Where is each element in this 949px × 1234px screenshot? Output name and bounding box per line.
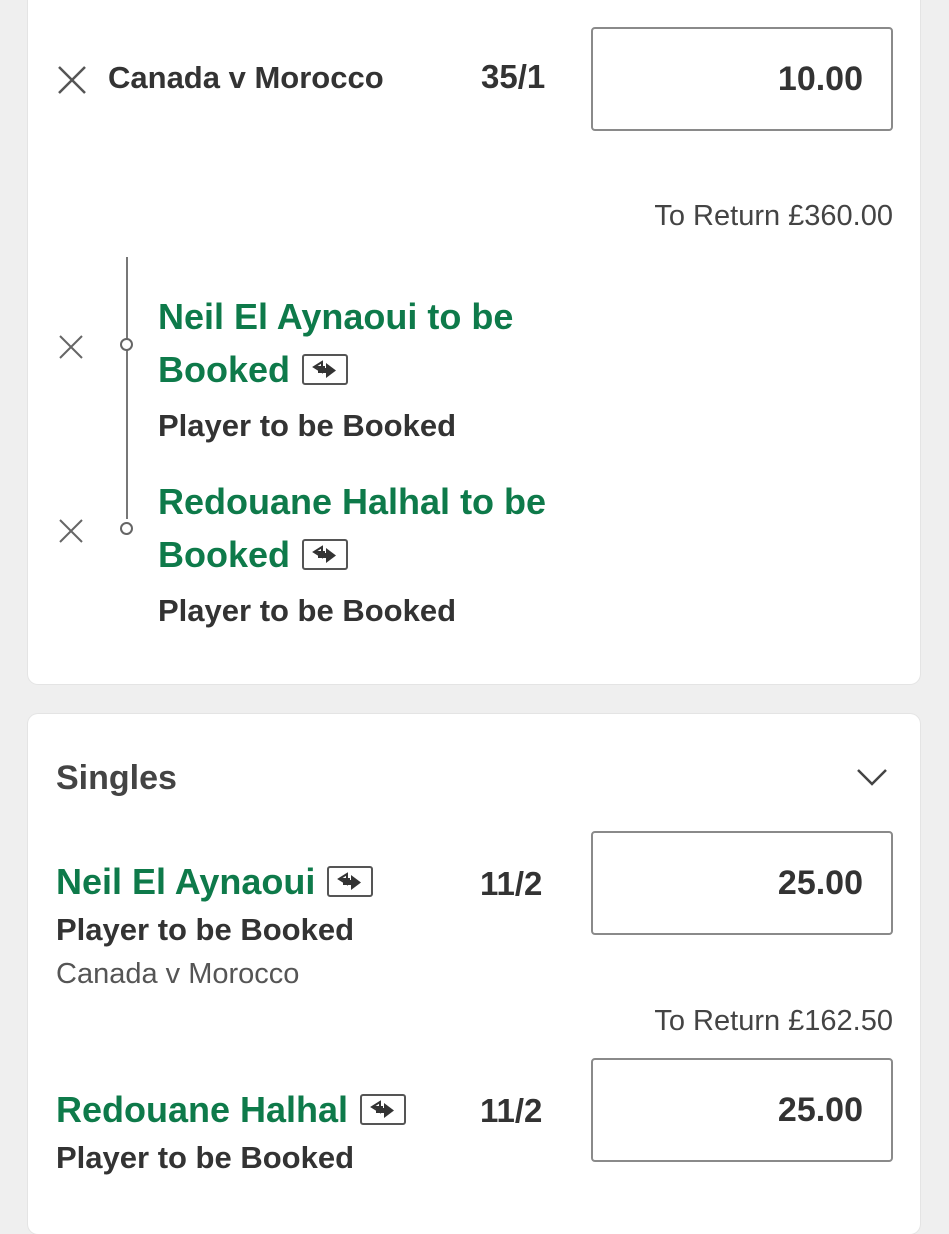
leg-market: Player to be Booked — [158, 408, 457, 443]
single-selection-name: Redouane Halhal — [56, 1086, 407, 1134]
single-odds: 11/2 — [480, 1092, 543, 1129]
single-event: Canada v Morocco — [56, 958, 300, 990]
legs-connector-line — [126, 257, 128, 519]
multiple-odds: 35/1 — [481, 58, 546, 95]
swap-selection-icon[interactable] — [302, 353, 349, 385]
remove-leg-close-icon[interactable] — [58, 334, 84, 360]
leg-selection-name: Redouane Halhal to be Booked — [158, 481, 547, 575]
leg-item: Redouane Halhal to be Booked Player to b… — [158, 475, 546, 629]
single-bet-item: Neil El Aynaoui Player to be Booked Cana… — [56, 858, 374, 991]
single-stake-input[interactable]: 25.00 — [591, 831, 893, 935]
single-to-return: To Return £162.50 — [654, 1005, 893, 1037]
remove-leg-close-icon[interactable] — [58, 518, 84, 544]
singles-card: Singles Neil El Aynaoui Player to be Boo… — [28, 714, 920, 1234]
leg-node-dot — [120, 522, 133, 535]
multiple-stake-input[interactable]: 10.00 — [591, 27, 893, 131]
leg-market: Player to be Booked — [158, 593, 457, 628]
remove-bet-close-icon[interactable] — [56, 64, 88, 96]
single-market: Player to be Booked — [56, 912, 355, 947]
swap-selection-icon[interactable] — [302, 538, 349, 570]
swap-selection-icon[interactable] — [360, 1093, 407, 1125]
leg-item: Neil El Aynaoui to be Booked Player to b… — [158, 290, 513, 444]
single-selection-name: Neil El Aynaoui — [56, 858, 374, 906]
single-market: Player to be Booked — [56, 1140, 355, 1175]
leg-selection-name: Neil El Aynaoui to be Booked — [158, 296, 514, 390]
multiple-bet-card: Canada v Morocco 35/1 10.00 To Return £3… — [28, 0, 920, 684]
multiple-to-return: To Return £360.00 — [654, 200, 893, 232]
leg-node-dot — [120, 338, 133, 351]
single-bet-item: Redouane Halhal Player to be Booked — [56, 1086, 407, 1176]
match-title: Canada v Morocco — [108, 60, 384, 95]
chevron-down-icon[interactable] — [856, 767, 888, 792]
single-odds: 11/2 — [480, 865, 543, 902]
singles-section-title: Singles — [56, 759, 177, 797]
swap-selection-icon[interactable] — [327, 865, 374, 897]
single-stake-input[interactable]: 25.00 — [591, 1058, 893, 1162]
